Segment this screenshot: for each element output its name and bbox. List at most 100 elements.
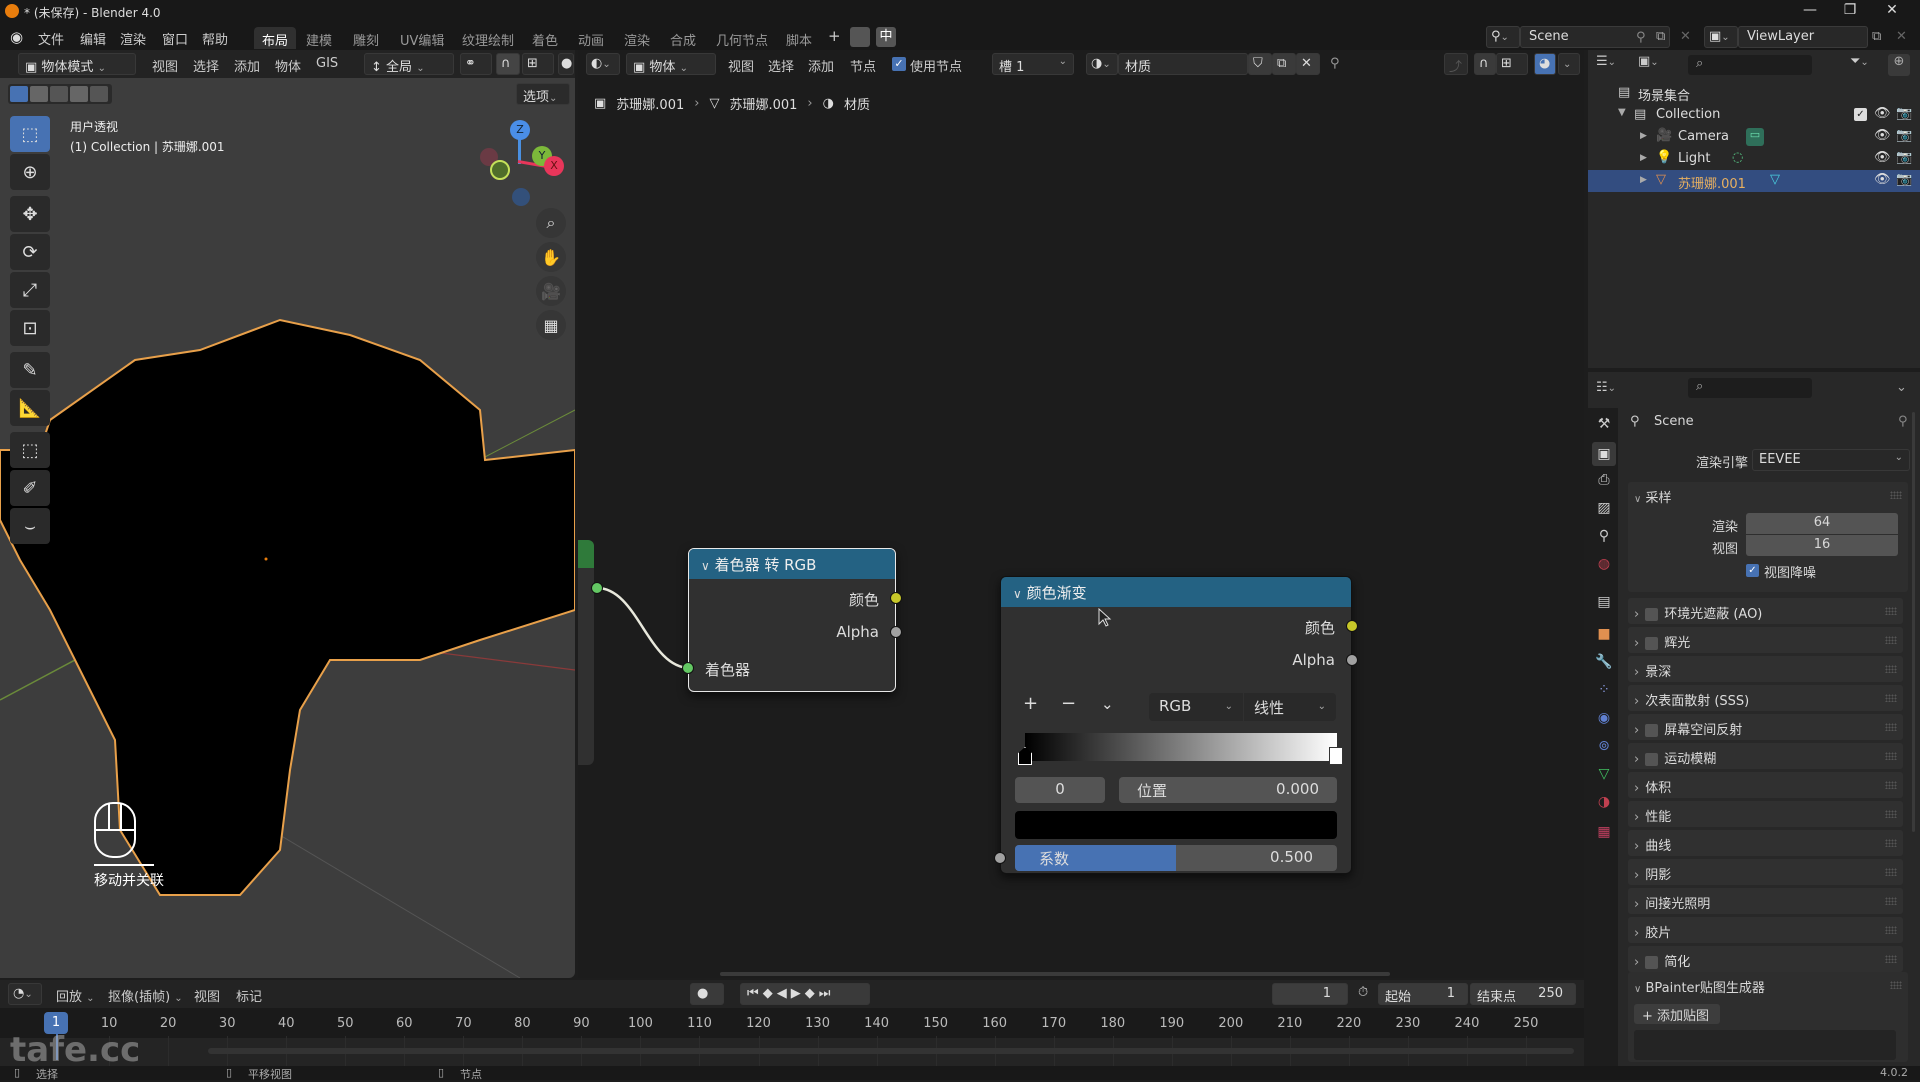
timer-icon[interactable]: ⏱ [1358, 985, 1368, 1000]
play-icon[interactable]: ▶ [791, 986, 805, 1001]
light-data-icon[interactable]: ◌ [1732, 150, 1743, 165]
menu-help[interactable]: 帮助 [202, 29, 228, 48]
mesh-data-icon[interactable]: ▽ [1770, 172, 1780, 187]
panel-item[interactable]: › 曲线 [1628, 830, 1903, 856]
tool-add-cube[interactable]: ⬚ [10, 432, 50, 468]
drag-handle-icon[interactable] [1885, 926, 1897, 934]
auto-keying-icon[interactable]: ● [690, 983, 724, 1005]
visibility-eye-icon[interactable]: 👁 [1874, 172, 1891, 187]
shader-node-editor[interactable]: ◐⌄ ▣ 物体 ⌄ 视图 选择 添加 节点 ✓ 使用节点 槽 1 ⌄ ◑⌄ 材质 … [578, 50, 1584, 978]
output-alpha-socket[interactable] [1346, 654, 1358, 666]
render-camera-icon[interactable]: 📷 [1896, 128, 1912, 143]
panel-enable-checkbox[interactable] [1645, 956, 1659, 969]
panel-item[interactable]: › 运动模糊 [1628, 743, 1903, 769]
camera-view-icon[interactable]: 🎥 [536, 276, 566, 306]
menu-edit[interactable]: 编辑 [80, 29, 106, 48]
timeline-menu-marker[interactable]: 标记 [236, 986, 262, 1005]
panel-enable-checkbox[interactable] [1645, 637, 1659, 650]
render-engine-dropdown[interactable]: EEVEE ⌄ [1752, 449, 1910, 471]
drag-handle-icon[interactable] [1885, 810, 1897, 818]
workspace-tab-animation[interactable]: 动画 [570, 27, 612, 49]
bsdf-output-socket[interactable] [591, 582, 603, 594]
render-camera-icon[interactable]: 📷 [1896, 172, 1912, 187]
workspace-tab-uv-editing[interactable]: UV编辑 [392, 27, 452, 49]
drag-handle-icon[interactable] [1885, 607, 1897, 615]
tab-view-layer-icon[interactable]: ▨ [1592, 496, 1616, 520]
add-workspace-button[interactable]: + [828, 27, 841, 45]
tab-constraints-icon[interactable]: ⊚ [1592, 734, 1616, 758]
minimize-button[interactable]: — [1790, 2, 1830, 22]
workspace-tab-rendering[interactable]: 渲染 [616, 27, 658, 49]
color-ramp-gradient[interactable] [1025, 733, 1337, 761]
drag-handle-icon[interactable] [1885, 839, 1897, 847]
view-layer-field[interactable]: ViewLayer [1738, 26, 1868, 48]
panel-item[interactable]: › 间接光照明 [1628, 888, 1903, 914]
close-button[interactable]: ✕ [1872, 2, 1912, 22]
keying-menu[interactable]: 抠像(插帧) ⌄ [108, 986, 183, 1005]
drag-handle-icon[interactable] [1885, 665, 1897, 673]
viewport-samples-field[interactable]: 16 [1746, 535, 1898, 556]
zoom-view-icon[interactable]: ⌕ [536, 208, 566, 238]
pin-icon[interactable]: ⚲ [1636, 30, 1646, 45]
delete-scene-icon[interactable]: ✕ [1680, 29, 1691, 44]
menu-file[interactable]: 文件 [38, 29, 64, 48]
menu-render[interactable]: 渲染 [120, 29, 146, 48]
language-badge[interactable]: 中 [876, 27, 896, 47]
expand-icon[interactable]: ▶ [1640, 131, 1647, 141]
tool-transform[interactable]: ⊡ [10, 310, 50, 346]
drag-handle-icon[interactable] [1890, 981, 1902, 989]
filter-view-layer-icon[interactable]: ▣⌄ [1638, 54, 1672, 76]
texture-list[interactable] [1634, 1030, 1896, 1060]
expand-icon[interactable]: ▶ [1640, 175, 1647, 185]
drag-handle-icon[interactable] [1885, 636, 1897, 644]
new-scene-icon[interactable]: ⧉ [1656, 29, 1665, 44]
expand-icon[interactable]: ▼ [1618, 107, 1626, 118]
tool-rotate[interactable]: ⟳ [10, 234, 50, 270]
color-mode-dropdown[interactable]: RGB ⌄ [1149, 693, 1243, 721]
tab-mesh-data-icon[interactable]: ▽ [1592, 762, 1616, 786]
gizmo-z-axis[interactable]: Z [510, 120, 530, 140]
add-texture-button[interactable]: + 添加贴图 [1634, 1004, 1720, 1024]
exclude-checkbox[interactable]: ✓ [1854, 108, 1867, 121]
workspace-tab-scripting[interactable]: 脚本 [778, 27, 820, 49]
workspace-tab-layout[interactable]: 布局 [254, 27, 297, 49]
workspace-tab-texture-paint[interactable]: 纹理绘制 [454, 27, 522, 49]
drag-handle-icon[interactable] [1885, 752, 1897, 760]
prev-keyframe-icon[interactable]: ◆ [763, 986, 777, 1001]
start-frame-field[interactable]: 起始 1 [1378, 983, 1468, 1005]
drag-handle-icon[interactable] [1885, 868, 1897, 876]
stop-color-swatch[interactable] [1015, 811, 1337, 839]
panel-enable-checkbox[interactable] [1645, 753, 1659, 766]
node-color-ramp[interactable]: ∨ 颜色渐变 颜色 Alpha + − ⌄ RGB ⌄ 线性 ⌄ 0 位置 0.00… [994, 576, 1358, 874]
drag-handle-icon[interactable] [1885, 694, 1897, 702]
outliner-item-camera[interactable]: ▶ 🎥 Camera ▭ 👁 📷 [1588, 126, 1920, 148]
playback-menu[interactable]: 回放 ⌄ [56, 986, 95, 1005]
output-color-socket[interactable] [1346, 620, 1358, 632]
tab-physics-icon[interactable]: ◉ [1592, 706, 1616, 730]
drag-handle-icon[interactable] [1890, 491, 1902, 499]
interpolation-dropdown[interactable]: 线性 ⌄ [1244, 693, 1336, 721]
3d-viewport[interactable]: ▣ 物体模式 ⌄ 视图 选择 添加 物体 GIS ↕ 全局 ⌄ ⚭ ∩ ⊞ ● … [0, 50, 575, 978]
viewport-denoise-checkbox[interactable]: ✓ [1746, 564, 1759, 577]
next-keyframe-icon[interactable]: ◆ [805, 986, 819, 1001]
tool-select-box[interactable]: ⬚ [10, 116, 50, 152]
new-view-layer-icon[interactable]: ⧉ [1872, 29, 1881, 44]
panel-item[interactable]: › 景深 [1628, 656, 1903, 682]
color-stop-white[interactable] [1329, 747, 1343, 765]
properties-options-icon[interactable]: ⌄ [1896, 380, 1907, 395]
play-reverse-icon[interactable]: ◀ [777, 986, 791, 1001]
scene-selector-icon[interactable]: ⚲⌄ [1486, 26, 1520, 48]
jump-end-icon[interactable]: ⏭ [819, 986, 835, 1001]
menu-window[interactable]: 窗口 [162, 29, 188, 48]
factor-slider[interactable]: 系数 0.500 [1015, 845, 1337, 871]
tool-cursor[interactable]: ⊕ [10, 154, 50, 190]
workspace-tab-compositing[interactable]: 合成 [662, 27, 704, 49]
panel-item[interactable]: › 体积 [1628, 772, 1903, 798]
input-factor-socket[interactable] [994, 852, 1006, 864]
output-color-socket[interactable] [890, 592, 902, 604]
drag-handle-icon[interactable] [1885, 781, 1897, 789]
panel-sampling-header[interactable]: ∨ 采样 [1634, 487, 1671, 506]
panel-item[interactable]: › 简化 [1628, 946, 1903, 972]
display-mode-icon[interactable]: ☰⌄ [1596, 54, 1630, 76]
drag-handle-icon[interactable] [1885, 897, 1897, 905]
